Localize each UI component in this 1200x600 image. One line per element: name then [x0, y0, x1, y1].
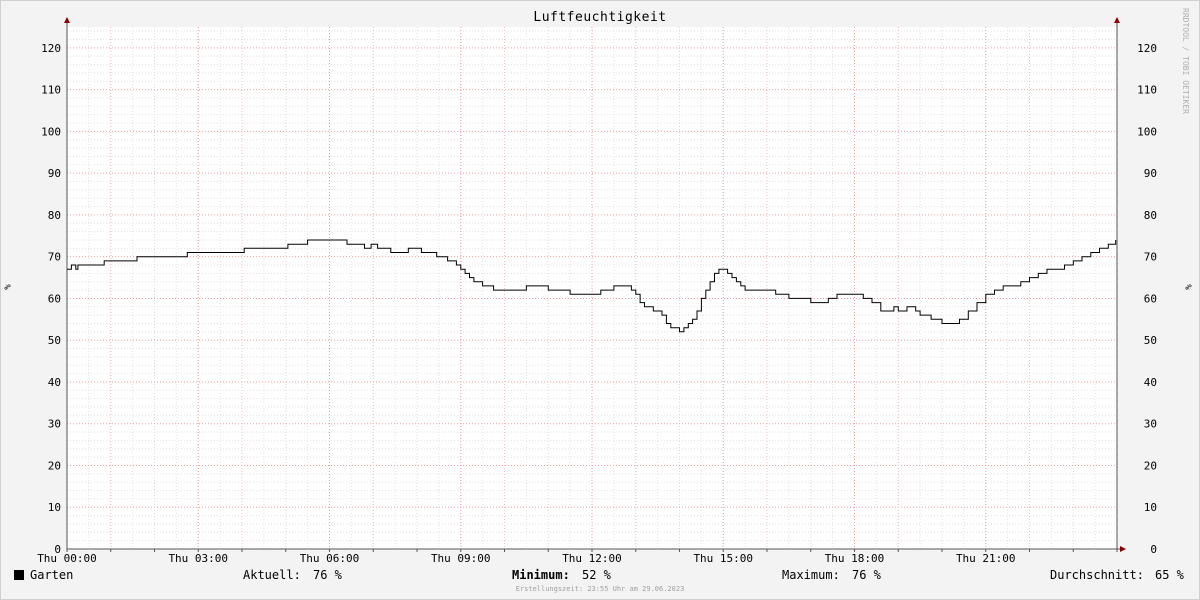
- y-tick-label-right: 30: [1144, 418, 1157, 431]
- y-tick-label-right: 0: [1150, 543, 1157, 556]
- x-axis-arrow: [1120, 546, 1126, 552]
- y-tick-label-left: 20: [48, 459, 61, 472]
- y-tick-label-right: 20: [1144, 459, 1157, 472]
- legend-min-value: 52 %: [582, 568, 611, 582]
- y-tick-label-left: 100: [41, 125, 61, 138]
- y-tick-label-left: 60: [48, 292, 61, 305]
- x-tick-label: Thu 06:00: [300, 552, 360, 565]
- y-tick-label-left: 110: [41, 84, 61, 97]
- chart-title: Luftfeuchtigkeit: [533, 10, 667, 25]
- y-tick-label-left: 40: [48, 376, 61, 389]
- legend-avg-value: 65 %: [1155, 568, 1184, 582]
- y-tick-label-right: 100: [1137, 125, 1157, 138]
- y-tick-label-right: 80: [1144, 209, 1157, 222]
- x-tick-label: Thu 15:00: [693, 552, 753, 565]
- y-tick-label-right: 70: [1144, 251, 1157, 264]
- y-axis-unit-left: %: [3, 284, 14, 290]
- y-axis-unit-right: %: [1184, 284, 1195, 290]
- legend-current-value: 76 %: [313, 568, 342, 582]
- legend-max-value: 76 %: [852, 568, 881, 582]
- x-tick-label: Thu 21:00: [956, 552, 1016, 565]
- y-tick-label-right: 10: [1144, 501, 1157, 514]
- y-tick-label-right: 120: [1137, 42, 1157, 55]
- y-tick-label-left: 50: [48, 334, 61, 347]
- y-tick-label-left: 120: [41, 42, 61, 55]
- legend-avg-label: Durchschnitt:: [1050, 568, 1144, 582]
- x-tick-label: Thu 03:00: [168, 552, 228, 565]
- x-tick-label: Thu 00:00: [37, 552, 97, 565]
- chart-canvas: 0 010 1020 2030 3040 4050 5060 6070 7080 8090 9010…: [37, 17, 1157, 565]
- legend-row: Garten Aktuell: 76 % Minimum: 52 % Maxim…: [0, 568, 1200, 584]
- y-tick-label-left: 30: [48, 418, 61, 431]
- y-tick-label-right: 90: [1144, 167, 1157, 180]
- y-tick-label-left: 90: [48, 167, 61, 180]
- watermark: RRDTOOL / TOBI OETIKER: [1181, 8, 1190, 114]
- y-tick-label-right: 50: [1144, 334, 1157, 347]
- x-tick-label: Thu 18:00: [825, 552, 885, 565]
- y-tick-label-right: 40: [1144, 376, 1157, 389]
- y-tick-label-left: 10: [48, 501, 61, 514]
- legend-series-name: Garten: [30, 568, 74, 582]
- legend-min-label: Minimum:: [512, 568, 570, 582]
- creation-timestamp: Erstellungszeit: 23:55 Uhr am 29.06.2023: [515, 585, 685, 593]
- x-tick-label: Thu 12:00: [562, 552, 622, 565]
- legend-current-label: Aktuell:: [243, 568, 301, 582]
- legend-max-label: Maximum:: [782, 568, 840, 582]
- y-tick-label-left: 70: [48, 251, 61, 264]
- x-tick-label: Thu 09:00: [431, 552, 491, 565]
- y-tick-label-right: 60: [1144, 292, 1157, 305]
- y-tick-label-right: 110: [1137, 84, 1157, 97]
- y-tick-label-left: 80: [48, 209, 61, 222]
